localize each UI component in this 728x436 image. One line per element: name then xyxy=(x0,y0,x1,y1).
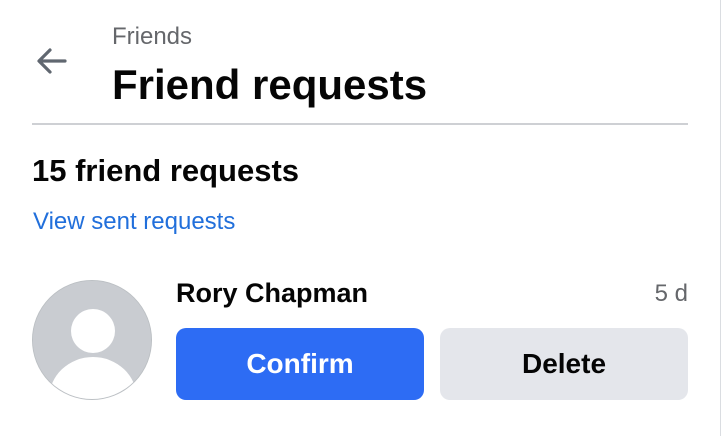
request-count: 15 friend requests xyxy=(32,153,300,188)
back-button[interactable] xyxy=(22,36,82,86)
page-title: Friend requests xyxy=(112,61,428,108)
panel-edge xyxy=(720,0,728,436)
breadcrumb-friends[interactable]: Friends xyxy=(112,22,192,52)
avatar[interactable] xyxy=(32,280,152,400)
header-divider xyxy=(32,123,688,125)
delete-button[interactable]: Delete xyxy=(440,328,688,400)
requester-name[interactable]: Rory Chapman xyxy=(176,276,368,310)
arrow-left-icon xyxy=(35,47,69,75)
default-avatar-icon xyxy=(33,281,151,399)
confirm-button[interactable]: Confirm xyxy=(176,328,424,400)
view-sent-requests-link[interactable]: View sent requests xyxy=(33,207,235,237)
request-time: 5 d xyxy=(654,280,688,307)
